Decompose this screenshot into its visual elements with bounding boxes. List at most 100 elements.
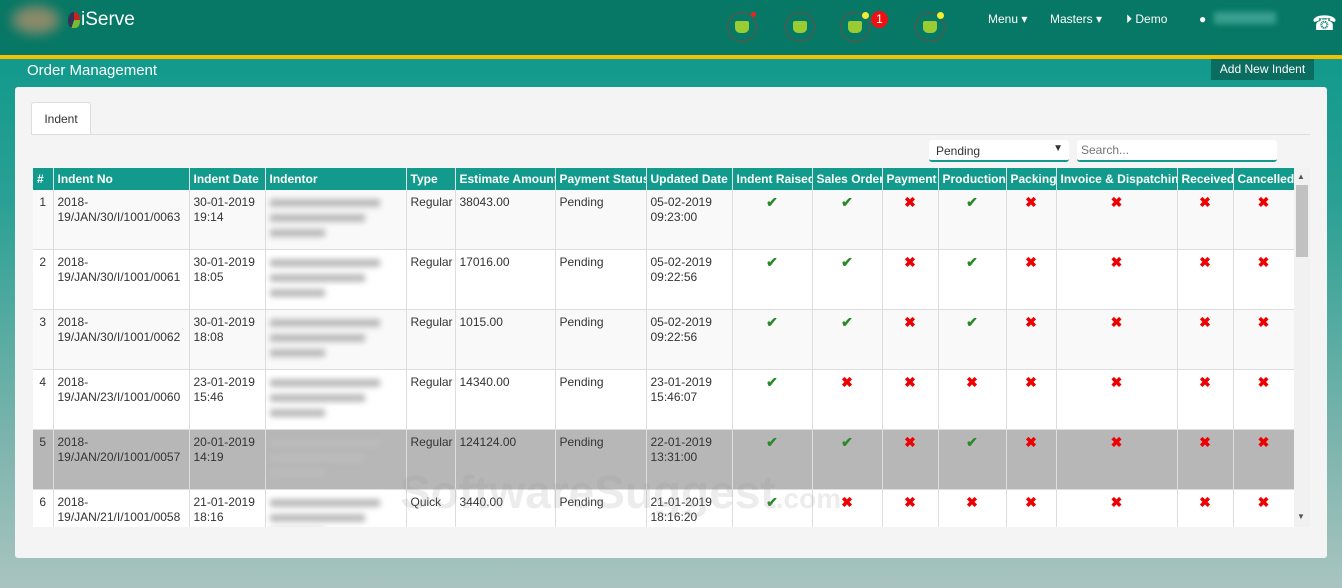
- cell-indentor: [265, 489, 407, 527]
- notification-icon-rejected[interactable]: [915, 12, 945, 42]
- accent-divider: [0, 55, 1342, 59]
- column-header[interactable]: Estimate Amount: [455, 168, 556, 190]
- column-header[interactable]: Payment: [882, 168, 939, 190]
- cell-no: 2018- 19/JAN/20/I/1001/0057: [53, 429, 190, 490]
- column-header[interactable]: Indent Date: [189, 168, 266, 190]
- cell-no: 2018- 19/JAN/30/I/1001/0063: [53, 190, 190, 250]
- column-header[interactable]: Updated Date: [646, 168, 733, 190]
- cross-icon: ✖: [1177, 249, 1234, 310]
- cell-pay: Pending: [555, 190, 647, 250]
- column-header[interactable]: Indent No: [53, 168, 190, 190]
- cell-date: 20-01-2019 14:19: [189, 429, 266, 490]
- notification-icon-pending[interactable]: [785, 12, 815, 42]
- notification-badge: 1: [871, 11, 888, 28]
- cell-indentor: [265, 369, 407, 430]
- column-header[interactable]: #: [33, 168, 54, 190]
- column-header[interactable]: Invoice & Dispatching: [1056, 168, 1178, 190]
- cross-icon: ✖: [1177, 489, 1234, 527]
- column-header[interactable]: Packing: [1006, 168, 1057, 190]
- brand-name: iServe: [81, 9, 135, 30]
- cross-icon: ✖: [1006, 489, 1057, 527]
- cross-icon: ✖: [1006, 369, 1057, 430]
- cell-no: 2018- 19/JAN/30/I/1001/0062: [53, 309, 190, 370]
- cross-icon: ✖: [1006, 249, 1057, 310]
- cross-icon: ✖: [1233, 489, 1294, 527]
- column-header[interactable]: Production: [938, 168, 1007, 190]
- status-filter-select[interactable]: Pending ▼: [929, 140, 1069, 162]
- cell-type: Regular: [406, 249, 456, 310]
- user-icon[interactable]: ●: [1199, 12, 1206, 26]
- cross-icon: ✖: [938, 369, 1007, 430]
- check-icon: ✔: [732, 369, 813, 430]
- cross-icon: ✖: [1006, 309, 1057, 370]
- cell-type: Regular: [406, 190, 456, 250]
- check-icon: ✔: [938, 429, 1007, 490]
- table-row[interactable]: 1 2018- 19/JAN/30/I/1001/0063 30-01-2019 1…: [33, 190, 1294, 250]
- cell-n: 4: [33, 369, 54, 430]
- add-new-indent-button[interactable]: Add New Indent: [1211, 59, 1314, 80]
- table-row[interactable]: 4 2018- 19/JAN/23/I/1001/0060 23-01-2019 1…: [33, 369, 1294, 430]
- cell-no: 2018- 19/JAN/23/I/1001/0060: [53, 369, 190, 430]
- cell-pay: Pending: [555, 249, 647, 310]
- tab-divider: [31, 134, 1310, 135]
- cell-n: 6: [33, 489, 54, 527]
- cross-icon: ✖: [1006, 429, 1057, 490]
- scroll-up-icon[interactable]: ▲: [1297, 172, 1305, 181]
- user-name[interactable]: [1214, 12, 1276, 24]
- status-filter-value: Pending: [936, 144, 981, 158]
- cell-type: Regular: [406, 309, 456, 370]
- column-header[interactable]: Type: [406, 168, 456, 190]
- column-header[interactable]: Indent Raised: [732, 168, 813, 190]
- check-icon: ✔: [732, 249, 813, 310]
- cross-icon: ✖: [938, 489, 1007, 527]
- cross-icon: ✖: [1056, 249, 1178, 310]
- table-row[interactable]: 3 2018- 19/JAN/30/I/1001/0062 30-01-2019 1…: [33, 309, 1294, 370]
- brand-logo[interactable]: iServe: [68, 9, 135, 31]
- table-row[interactable]: 2 2018- 19/JAN/30/I/1001/0061 30-01-2019 1…: [33, 249, 1294, 310]
- check-icon: ✔: [938, 249, 1007, 310]
- cross-icon: ✖: [882, 190, 939, 250]
- cell-n: 1: [33, 190, 54, 250]
- cross-icon: ✖: [882, 309, 939, 370]
- scroll-down-icon[interactable]: ▼: [1297, 512, 1305, 521]
- check-icon: ✔: [732, 190, 813, 250]
- cell-updated: 05-02-2019 09:22:56: [646, 309, 733, 370]
- cross-icon: ✖: [1233, 190, 1294, 250]
- column-header[interactable]: Indentor: [265, 168, 407, 190]
- cross-icon: ✖: [1056, 429, 1178, 490]
- scrollbar-thumb[interactable]: [1296, 185, 1308, 257]
- cell-indentor: [265, 249, 407, 310]
- column-header[interactable]: Cancelled: [1233, 168, 1294, 190]
- play-circle-icon: ⏵: [1126, 12, 1133, 26]
- cell-updated: 05-02-2019 09:22:56: [646, 249, 733, 310]
- cross-icon: ✖: [882, 249, 939, 310]
- column-header[interactable]: Payment Status: [555, 168, 647, 190]
- cell-date: 21-01-2019 18:16: [189, 489, 266, 527]
- cross-icon: ✖: [1177, 190, 1234, 250]
- menu-dropdown[interactable]: Menu ▾: [988, 12, 1027, 26]
- phone-icon[interactable]: ☎: [1312, 11, 1337, 36]
- cell-indentor: [265, 309, 407, 370]
- cell-no: 2018- 19/JAN/21/I/1001/0058: [53, 489, 190, 527]
- notification-icon-approved[interactable]: [840, 12, 870, 42]
- masters-dropdown[interactable]: Masters ▾: [1050, 12, 1102, 26]
- cross-icon: ✖: [1177, 369, 1234, 430]
- cross-icon: ✖: [882, 489, 939, 527]
- column-header[interactable]: Received: [1177, 168, 1234, 190]
- cross-icon: ✖: [1233, 309, 1294, 370]
- cell-n: 2: [33, 249, 54, 310]
- cell-n: 5: [33, 429, 54, 490]
- notification-icon-new[interactable]: [727, 12, 757, 42]
- search-input[interactable]: [1077, 140, 1277, 162]
- cell-date: 30-01-2019 18:05: [189, 249, 266, 310]
- tab-indent[interactable]: Indent: [31, 102, 91, 135]
- check-icon: ✔: [812, 249, 883, 310]
- watermark: SoftwareSuggest.com: [400, 466, 842, 518]
- cross-icon: ✖: [1056, 309, 1178, 370]
- column-header[interactable]: Sales Order: [812, 168, 883, 190]
- demo-link[interactable]: ⏵ Demo: [1126, 12, 1167, 27]
- cross-icon: ✖: [1177, 429, 1234, 490]
- cell-no: 2018- 19/JAN/30/I/1001/0061: [53, 249, 190, 310]
- check-icon: ✔: [812, 190, 883, 250]
- cross-icon: ✖: [1177, 309, 1234, 370]
